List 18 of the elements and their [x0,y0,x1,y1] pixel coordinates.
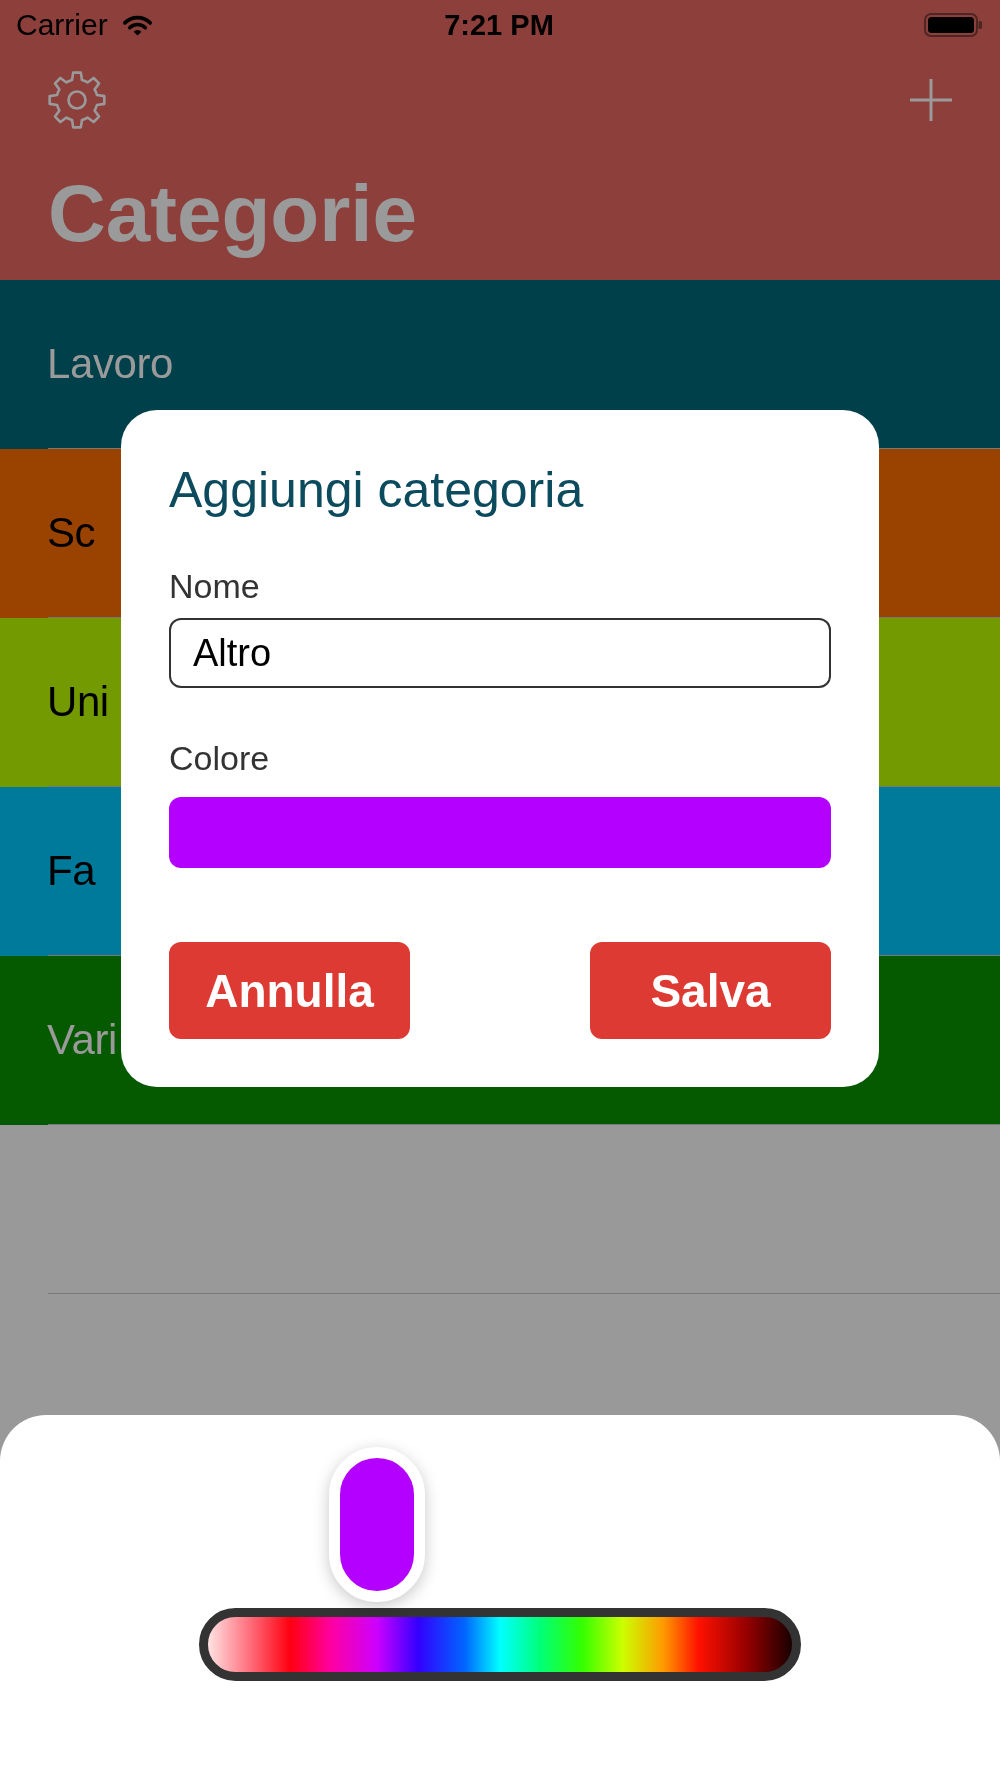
dialog-title: Aggiungi categoria [169,461,584,519]
category-name: Fa [47,846,96,896]
wifi-icon [121,14,153,36]
name-input[interactable]: Altro [169,618,831,688]
category-name: Uni [47,677,109,727]
category-name: Lavoro [47,339,173,389]
add-icon[interactable] [910,79,952,121]
color-label: Colore [169,738,270,778]
cancel-button[interactable]: Annulla [169,942,410,1039]
settings-icon[interactable] [48,71,106,129]
color-swatch[interactable] [169,797,831,868]
battery-icon [924,13,982,37]
save-button[interactable]: Salva [590,942,831,1039]
category-name: Sc [47,508,96,558]
carrier-name: Carrier [16,7,108,43]
status-time: 7:21 PM [444,8,554,43]
category-name: Vari [47,1015,117,1065]
name-label: Nome [169,566,260,606]
